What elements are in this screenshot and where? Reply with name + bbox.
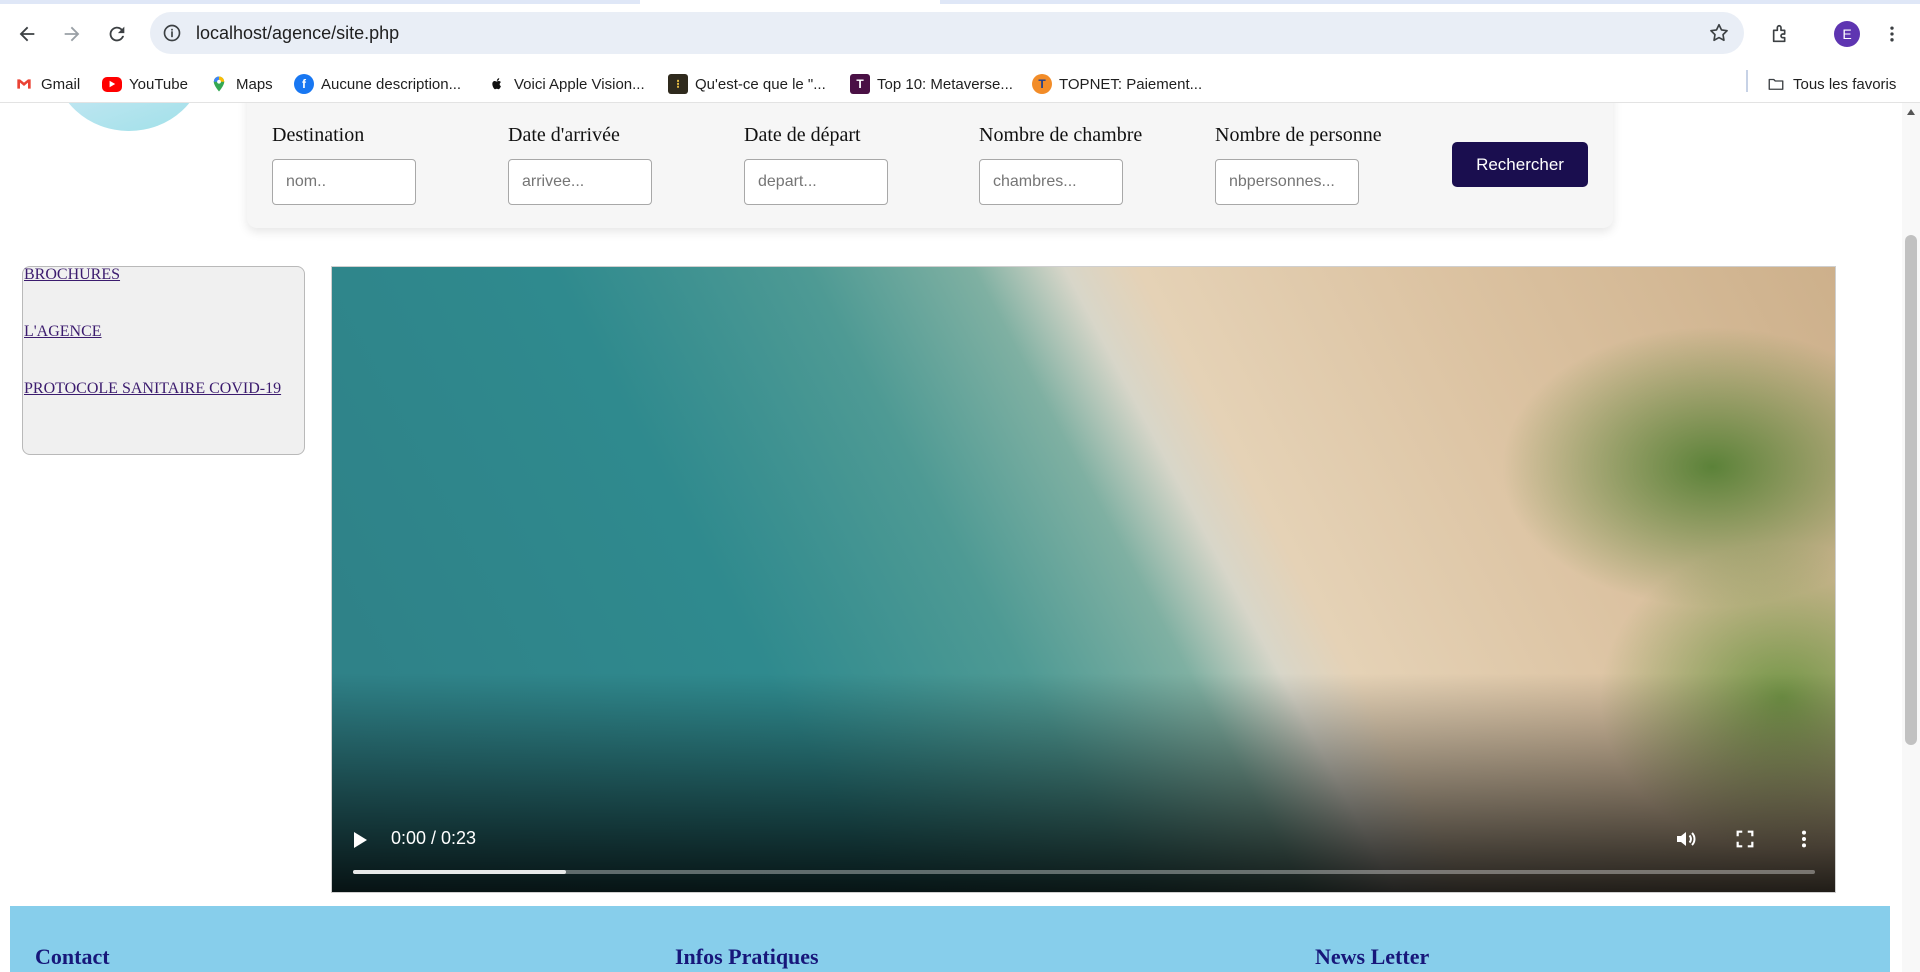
bookmark-gmail[interactable]: Gmail (14, 70, 80, 98)
bookmarks-separator (1746, 70, 1748, 92)
reload-button[interactable] (101, 18, 133, 50)
bookmark-label: Aucune description... (321, 75, 462, 93)
room-count-label: Nombre de chambre (979, 124, 1143, 146)
footer-heading-contact: Contact (35, 944, 110, 969)
arrow-right-icon (64, 26, 80, 42)
departure-date-label: Date de départ (744, 124, 861, 146)
forward-button[interactable] (56, 18, 88, 50)
reload-icon (109, 26, 125, 42)
gmail-icon (14, 74, 34, 94)
site-icon: ⁝ (668, 74, 688, 94)
kebab-menu-icon[interactable] (1880, 18, 1904, 50)
more-options-icon[interactable] (1791, 826, 1817, 852)
fullscreen-icon[interactable] (1732, 826, 1758, 852)
bookmark-label: Maps (236, 75, 273, 93)
page-scrollbar[interactable] (1902, 103, 1920, 972)
tab-strip (0, 0, 1920, 4)
site-logo (54, 103, 204, 131)
person-count-input[interactable] (1215, 159, 1359, 205)
back-button[interactable] (11, 18, 43, 50)
search-panel: Destination Date d'arrivée Date de dépar… (247, 103, 1613, 228)
site-footer: Contact Infos Pratiques News Letter (10, 906, 1890, 972)
arrival-date-input[interactable] (508, 159, 652, 205)
video-time: 0:00 / 0:23 (391, 828, 477, 848)
bookmark-quest-ce[interactable]: ⁝ Qu'est-ce que le "... (668, 70, 826, 98)
facebook-icon: f (294, 74, 314, 94)
volume-icon[interactable] (1673, 826, 1699, 852)
bookmarks-bar: Gmail YouTube Maps f Aucune description.… (0, 66, 1920, 103)
bookmark-top10[interactable]: T Top 10: Metaverse... (850, 70, 1013, 98)
bookmark-star-icon[interactable] (1706, 20, 1732, 46)
sidebar-link-brochures[interactable]: BROCHURES (24, 266, 120, 284)
person-count-label: Nombre de personne (1215, 124, 1382, 146)
active-tab-edge (640, 0, 940, 4)
bookmark-label: Gmail (41, 75, 81, 93)
bookmark-youtube[interactable]: YouTube (102, 70, 188, 98)
profile-avatar[interactable]: E (1834, 21, 1860, 47)
youtube-icon (102, 76, 122, 92)
arrival-date-label: Date d'arrivée (508, 124, 620, 146)
bookmark-label: Voici Apple Vision... (514, 75, 645, 93)
sidebar-link-covid-protocol[interactable]: PROTOCOLE SANITAIRE COVID-19 (24, 380, 281, 398)
video-controls-gradient (332, 267, 1835, 892)
all-bookmarks[interactable]: Tous les favoris (1766, 70, 1896, 98)
bookmark-facebook[interactable]: f Aucune description... (294, 70, 461, 98)
destination-input[interactable] (272, 159, 416, 205)
apple-icon (487, 74, 507, 94)
bookmark-apple[interactable]: Voici Apple Vision... (487, 70, 645, 98)
page-viewport: Destination Date d'arrivée Date de dépar… (0, 103, 1902, 972)
all-bookmarks-label: Tous les favoris (1793, 75, 1897, 93)
bookmark-label: Qu'est-ce que le "... (695, 75, 826, 93)
search-button[interactable]: Rechercher (1452, 142, 1588, 187)
scrollbar-thumb[interactable] (1905, 235, 1917, 745)
footer-heading-infos-pratiques: Infos Pratiques (675, 944, 819, 969)
bookmark-label: YouTube (129, 75, 188, 93)
bookmark-topnet[interactable]: T TOPNET: Paiement... (1032, 70, 1202, 98)
bookmark-maps[interactable]: Maps (209, 70, 273, 98)
maps-icon (209, 74, 229, 94)
bookmark-label: Top 10: Metaverse... (877, 75, 1013, 93)
video-progress-bar[interactable] (353, 870, 1815, 874)
sidebar-menu: BROCHURES L'AGENCE PROTOCOLE SANITAIRE C… (22, 266, 305, 455)
topnet-icon: T (1032, 74, 1052, 94)
footer-heading-newsletter: News Letter (1315, 944, 1430, 969)
sidebar-link-agence[interactable]: L'AGENCE (24, 323, 102, 341)
browser-toolbar: localhost/agence/site.php E (0, 0, 1920, 66)
video-player[interactable]: 0:00 / 0:23 (331, 266, 1836, 893)
url-text[interactable]: localhost/agence/site.php (196, 23, 399, 44)
site-info-icon[interactable] (160, 21, 184, 45)
bookmark-label: TOPNET: Paiement... (1059, 75, 1203, 93)
video-controls: 0:00 / 0:23 (332, 802, 1835, 892)
destination-label: Destination (272, 124, 365, 146)
extensions-icon[interactable] (1765, 18, 1797, 50)
address-bar[interactable]: localhost/agence/site.php (150, 12, 1744, 54)
folder-icon (1766, 74, 1786, 94)
video-buffered-range (353, 870, 567, 874)
arrow-left-icon (19, 26, 35, 42)
scroll-up-arrow-icon[interactable] (1907, 109, 1915, 115)
departure-date-input[interactable] (744, 159, 888, 205)
t-icon: T (850, 74, 870, 94)
room-count-input[interactable] (979, 159, 1123, 205)
play-icon[interactable] (354, 832, 367, 848)
